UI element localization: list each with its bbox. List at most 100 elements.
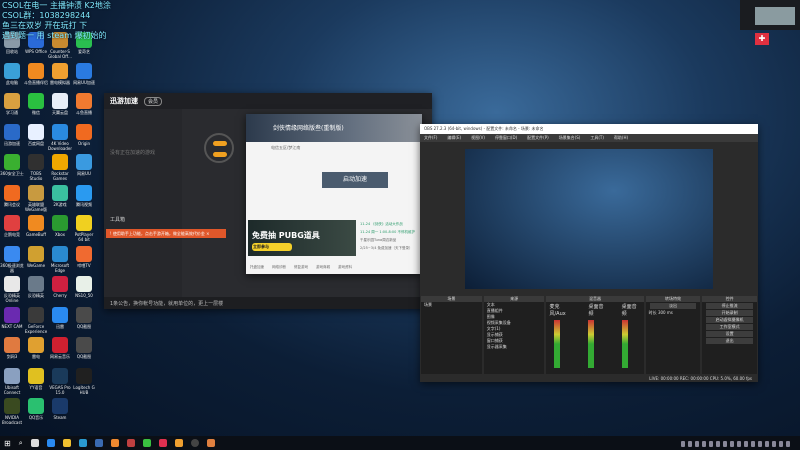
menu-profile[interactable]: 配置文件(P) bbox=[527, 135, 549, 141]
desktop-icon[interactable]: 腾讯视频 bbox=[72, 184, 96, 212]
desktop-icon[interactable]: 此电脑 bbox=[0, 62, 24, 90]
menu-view[interactable]: 视图(V) bbox=[471, 135, 485, 141]
volume-meter[interactable] bbox=[588, 320, 595, 368]
desktop-icon[interactable]: 360安全卫士 bbox=[0, 154, 24, 181]
virtual-camera-button[interactable]: 启动虚拟摄像机 bbox=[706, 317, 753, 323]
duration-input[interactable]: 300 ms bbox=[658, 310, 673, 315]
volume-meter[interactable] bbox=[622, 320, 629, 368]
source-item[interactable]: 显示器采集 bbox=[484, 344, 545, 350]
desktop-icon[interactable]: 百度网盘 bbox=[24, 123, 48, 151]
desktop-icon[interactable]: VEGAS Pro 15.0 bbox=[48, 367, 72, 395]
accelerate-circle[interactable] bbox=[204, 133, 234, 163]
desktop-icon[interactable]: NVIDIA Broadcast bbox=[0, 398, 24, 425]
edge-icon[interactable] bbox=[78, 439, 87, 447]
menu-help[interactable]: 帮助(H) bbox=[614, 135, 628, 141]
news-item[interactable]: 11-24 周一 1:00-8:00 不停机维护 bbox=[360, 228, 415, 236]
server-label[interactable]: 电信五区/梦江南 bbox=[246, 142, 422, 154]
menu-docks[interactable]: 停靠窗口(D) bbox=[495, 135, 517, 141]
desktop-icon[interactable]: 迅雷 bbox=[48, 306, 72, 334]
desktop-icon[interactable]: QQ音乐 bbox=[24, 398, 48, 425]
desktop-icon[interactable]: 哔哩TV bbox=[72, 245, 96, 273]
taskbar-app-icon[interactable] bbox=[30, 439, 39, 447]
taskbar-app-icon[interactable] bbox=[62, 439, 71, 447]
desktop-icon[interactable]: Xbox bbox=[48, 215, 72, 242]
stop-streaming-button[interactable]: 停止推流 bbox=[706, 303, 753, 309]
desktop-icon[interactable]: 企鹅电竞 bbox=[0, 215, 24, 242]
desktop-icon[interactable]: QQ截图 bbox=[72, 306, 96, 334]
desktop-icon[interactable]: 反恐精英 bbox=[24, 276, 48, 303]
desktop-icon[interactable]: 雷电 bbox=[24, 337, 48, 364]
desktop-icon[interactable]: Steam bbox=[48, 398, 72, 425]
desktop-icon[interactable]: GeForce Experience bbox=[24, 306, 48, 334]
obs-taskbar-icon[interactable] bbox=[190, 439, 199, 447]
desktop-icon[interactable]: GameBuff bbox=[24, 215, 48, 242]
obs-window[interactable]: OBS 27.2.3 (64-bit, windows) - 配置文件: 未命名… bbox=[420, 124, 758, 382]
desktop-icon[interactable]: NS10_50 bbox=[72, 276, 96, 303]
desktop-icon[interactable]: 反恐精英 Online bbox=[0, 276, 24, 303]
game-panel[interactable]: 剑侠情缘网络版叁(重制版) 电信五区/梦江南 启动加速 免费抽 PUBG道具 立即… bbox=[246, 114, 422, 274]
menu-file[interactable]: 文件(F) bbox=[424, 135, 437, 141]
news-item[interactable]: 11-24 《剑侠》活动大作战 bbox=[360, 220, 415, 228]
system-tray[interactable] bbox=[681, 441, 790, 447]
taskbar-app-icon[interactable] bbox=[206, 439, 215, 447]
tool-item[interactable]: 修复游戏 bbox=[294, 265, 308, 270]
promo-banner[interactable]: ! 使用助手上功能，点击手游开箱，做全能高效代价金 × bbox=[106, 229, 226, 238]
desktop-icon[interactable]: TOBS Studio bbox=[24, 154, 48, 181]
taskbar-app-icon[interactable] bbox=[174, 439, 183, 447]
menu-scene-collection[interactable]: 场景集合(S) bbox=[559, 135, 581, 141]
desktop-icon[interactable]: Microsoft Edge bbox=[48, 245, 72, 273]
desktop-icon[interactable]: 网易UU加速 bbox=[72, 62, 96, 90]
desktop-icon[interactable]: 360极速浏览器 bbox=[0, 245, 24, 273]
desktop-icon[interactable]: 4K Video Downloader bbox=[48, 123, 72, 151]
settings-button[interactable]: 设置 bbox=[706, 331, 753, 337]
start-recording-button[interactable]: 开始录制 bbox=[706, 310, 753, 316]
desktop-icon[interactable]: Rockstar Games bbox=[48, 154, 72, 181]
ad-button[interactable]: 立即参与 bbox=[252, 243, 292, 251]
taskbar-app-icon[interactable] bbox=[94, 439, 103, 447]
desktop-icon[interactable]: 腾讯会议 bbox=[0, 184, 24, 212]
desktop-icon[interactable]: 斗鱼直播 bbox=[72, 93, 96, 120]
taskbar-app-icon[interactable] bbox=[46, 439, 55, 447]
desktop-icon[interactable]: PotPlayer 64 bit bbox=[72, 215, 96, 242]
desktop-icon[interactable]: 斗鱼直播伴侣 bbox=[24, 62, 48, 90]
taskbar-app-icon[interactable] bbox=[110, 439, 119, 447]
tool-item[interactable]: 游戏商城 bbox=[316, 265, 330, 270]
scene-item[interactable]: 场景 bbox=[421, 302, 482, 308]
search-icon[interactable]: ⌕ bbox=[19, 439, 23, 448]
desktop-icon[interactable]: 学习通 bbox=[0, 93, 24, 120]
start-icon[interactable]: ⊞ bbox=[4, 439, 11, 448]
desktop-icon[interactable]: 雷电模拟器 bbox=[48, 62, 72, 90]
desktop-icon[interactable]: Cherry bbox=[48, 276, 72, 303]
taskbar-app-icon[interactable] bbox=[158, 439, 167, 447]
desktop-icon[interactable]: 微信 bbox=[24, 93, 48, 120]
desktop-icon[interactable]: 迅游加速 bbox=[0, 123, 24, 151]
desktop-icon[interactable]: 天翼云盘 bbox=[48, 93, 72, 120]
exit-button[interactable]: 退出 bbox=[706, 338, 753, 344]
desktop-icon[interactable]: 英雄联盟WeGame版 bbox=[24, 184, 48, 212]
news-item[interactable]: 千星乐园Tuna周边新品 bbox=[360, 236, 415, 244]
desktop-icon[interactable]: 网易UU bbox=[72, 154, 96, 181]
tool-item[interactable]: 网络诊断 bbox=[272, 265, 286, 270]
desktop-icon[interactable]: Ubisoft Connect bbox=[0, 367, 24, 395]
desktop-icon[interactable]: QQ截图 bbox=[72, 337, 96, 364]
desktop-icon[interactable]: YY语音 bbox=[24, 367, 48, 395]
menu-tools[interactable]: 工具(T) bbox=[590, 135, 604, 141]
taskbar-app-icon[interactable] bbox=[142, 439, 151, 447]
obs-preview[interactable] bbox=[465, 149, 713, 289]
transition-select[interactable]: 淡出 bbox=[649, 303, 697, 309]
start-accelerate-button[interactable]: 启动加速 bbox=[322, 172, 388, 188]
desktop-icon[interactable]: Logitech G HUB bbox=[72, 367, 96, 395]
desktop-icon[interactable]: 剑网3 bbox=[0, 337, 24, 364]
tool-item[interactable]: 游戏资料 bbox=[338, 265, 352, 270]
desktop-icon[interactable]: Origin bbox=[72, 123, 96, 151]
desktop-icon[interactable]: 2K游戏 bbox=[48, 184, 72, 212]
desktop-icon[interactable]: WeGame bbox=[24, 245, 48, 273]
desktop-icon[interactable]: 网易云音乐 bbox=[48, 337, 72, 364]
studio-mode-button[interactable]: 工作室模式 bbox=[706, 324, 753, 330]
news-item[interactable]: 2/25~3/4 免费加速（天下登录） bbox=[360, 244, 415, 252]
volume-meter[interactable] bbox=[554, 320, 561, 368]
pubg-ad[interactable]: 免费抽 PUBG道具 立即参与 bbox=[248, 220, 356, 256]
vip-badge[interactable]: 会员 bbox=[144, 96, 163, 106]
desktop-icon[interactable]: NEXT CAM bbox=[0, 306, 24, 334]
menu-edit[interactable]: 编辑(E) bbox=[447, 135, 461, 141]
